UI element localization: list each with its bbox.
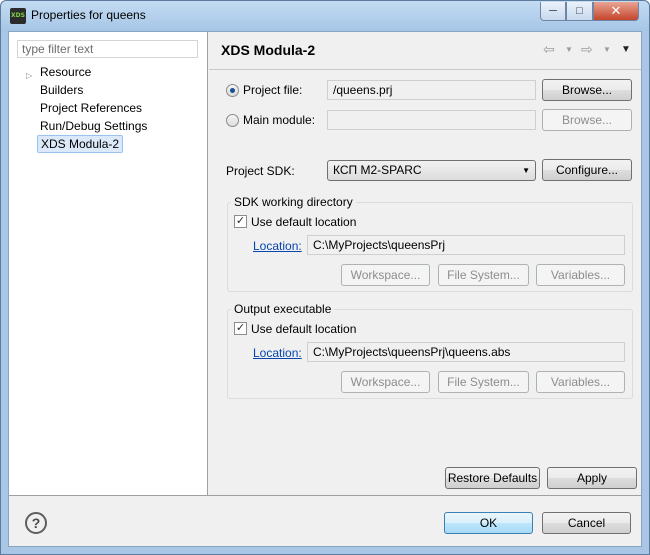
title-separator <box>209 69 641 70</box>
sdk-variables-button[interactable]: Variables... <box>536 264 625 286</box>
forward-menu-icon[interactable]: ▼ <box>603 45 611 54</box>
maximize-icon: □ <box>576 5 583 17</box>
output-location-link[interactable]: Location: <box>253 346 302 360</box>
restore-defaults-button[interactable]: Restore Defaults <box>445 467 540 489</box>
sdk-use-default-label: Use default location <box>251 215 357 229</box>
xds-app-icon: XDS <box>10 8 26 24</box>
ok-button[interactable]: OK <box>444 512 533 534</box>
back-menu-icon[interactable]: ▼ <box>565 45 573 54</box>
project-file-radio[interactable] <box>226 84 239 97</box>
project-file-browse-button[interactable]: Browse... <box>542 79 632 101</box>
output-filesystem-button[interactable]: File System... <box>438 371 529 393</box>
properties-window: XDS Properties for queens ─ □ ✕ type fil… <box>0 0 650 555</box>
sidebar: type filter text ▷ Resource Builders Pro… <box>9 32 208 495</box>
back-arrow-icon[interactable]: ⇦ <box>543 41 555 58</box>
project-file-label: Project file: <box>243 83 303 97</box>
main-module-field[interactable] <box>327 110 536 130</box>
sdk-workspace-button[interactable]: Workspace... <box>341 264 430 286</box>
output-use-default-label: Use default location <box>251 322 357 336</box>
main-module-label: Main module: <box>243 113 316 127</box>
apply-button[interactable]: Apply <box>547 467 637 489</box>
cancel-button[interactable]: Cancel <box>542 512 631 534</box>
sidebar-item-builders[interactable]: Builders <box>40 81 83 99</box>
help-icon[interactable]: ? <box>25 512 47 534</box>
dialog-client: type filter text ▷ Resource Builders Pro… <box>8 31 642 547</box>
footer-separator <box>9 495 641 496</box>
filter-input[interactable]: type filter text <box>17 40 198 58</box>
sdk-use-default-checkbox[interactable]: ✓ <box>234 215 247 228</box>
close-icon: ✕ <box>610 3 622 18</box>
output-workspace-button[interactable]: Workspace... <box>341 371 430 393</box>
main-module-radio[interactable] <box>226 114 239 127</box>
project-sdk-value: КСП M2-SPARC <box>333 163 422 177</box>
sdk-location-link[interactable]: Location: <box>253 239 302 253</box>
minimize-icon: ─ <box>549 5 557 17</box>
sdk-working-directory-title: SDK working directory <box>231 195 356 209</box>
output-location-field[interactable]: C:\MyProjects\queensPrj\queens.abs <box>307 342 625 362</box>
main-module-browse-button[interactable]: Browse... <box>542 109 632 131</box>
project-sdk-label: Project SDK: <box>226 164 295 178</box>
sdk-location-field[interactable]: C:\MyProjects\queensPrj <box>307 235 625 255</box>
output-variables-button[interactable]: Variables... <box>536 371 625 393</box>
close-button[interactable]: ✕ <box>593 2 639 21</box>
sidebar-item-project-references[interactable]: Project References <box>40 99 142 117</box>
page-title: XDS Modula-2 <box>221 42 316 58</box>
page-panel: XDS Modula-2 ⇦ ▼ ⇨ ▼ ▼ Project file: /qu… <box>208 32 641 495</box>
title-bar[interactable]: XDS Properties for queens ─ □ ✕ <box>1 1 649 31</box>
sdk-filesystem-button[interactable]: File System... <box>438 264 529 286</box>
view-menu-icon[interactable]: ▼ <box>621 44 631 55</box>
expand-arrow-icon[interactable]: ▷ <box>26 72 34 80</box>
sidebar-item-xds-modula-2[interactable]: XDS Modula-2 <box>37 135 124 153</box>
output-executable-title: Output executable <box>231 302 335 316</box>
project-sdk-select[interactable]: КСП M2-SPARC ▼ <box>327 160 536 181</box>
project-file-field[interactable]: /queens.prj <box>327 80 536 100</box>
forward-arrow-icon[interactable]: ⇨ <box>581 41 593 58</box>
maximize-button[interactable]: □ <box>566 2 593 21</box>
configure-button[interactable]: Configure... <box>542 159 632 181</box>
sidebar-item-resource[interactable]: Resource <box>40 63 91 81</box>
window-title: Properties for queens <box>31 8 146 22</box>
sidebar-item-run-debug-settings[interactable]: Run/Debug Settings <box>40 117 147 135</box>
output-use-default-checkbox[interactable]: ✓ <box>234 322 247 335</box>
chevron-down-icon: ▼ <box>522 166 530 175</box>
minimize-button[interactable]: ─ <box>540 2 566 21</box>
